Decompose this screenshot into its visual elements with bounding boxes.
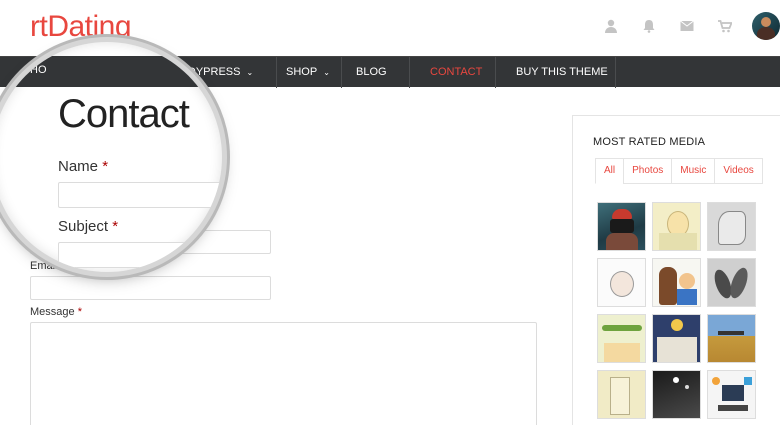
nav-item-label: CONTACT [430, 66, 483, 78]
media-tabs: All Photos Music Videos [595, 158, 763, 184]
girl-drawing-thumbnail[interactable] [652, 202, 701, 251]
dark-artwork-thumbnail[interactable] [652, 370, 701, 419]
baby-room-thumbnail[interactable] [652, 314, 701, 363]
magnified-nav: HO [0, 56, 222, 87]
tab-videos[interactable]: Videos [714, 158, 763, 184]
tab-music[interactable]: Music [671, 158, 716, 184]
user-icon[interactable] [602, 17, 620, 35]
savanna-thumbnail[interactable] [707, 314, 756, 363]
drum-kid-thumbnail[interactable] [652, 258, 701, 307]
magnifier-overlay: HO Contact Name * Subject * [0, 42, 222, 272]
message-textarea[interactable] [30, 322, 537, 425]
hallway-thumbnail[interactable] [597, 370, 646, 419]
most-rated-media-widget: MOST RATED MEDIA All Photos Music Videos [572, 115, 780, 425]
magnified-region: HO Contact Name * Subject * [0, 42, 222, 272]
mail-icon[interactable] [678, 17, 696, 35]
email-field[interactable] [30, 276, 271, 300]
widget-title: MOST RATED MEDIA [593, 136, 706, 148]
subject-label: Subject * [58, 218, 119, 235]
page: rtDating UDDYPRESS⌄ SHOP⌄ BLOG CONTACT [0, 0, 780, 425]
workspace-thumbnail[interactable] [707, 370, 756, 419]
subject-field[interactable] [58, 242, 222, 268]
sketch-thumbnail[interactable] [707, 202, 756, 251]
nav-item-shop[interactable]: SHOP ⌄ [272, 57, 342, 88]
message-label: Message * [30, 306, 82, 318]
tab-all[interactable]: All [595, 158, 625, 184]
bell-icon[interactable] [640, 17, 658, 35]
nav-item-buy-theme[interactable]: BUY THIS THEME [496, 57, 616, 88]
cart-icon[interactable] [716, 17, 734, 35]
feathers-thumbnail[interactable] [707, 258, 756, 307]
site-logo[interactable]: rtDating [30, 10, 132, 44]
photographer-thumbnail[interactable] [597, 202, 646, 251]
baby-sketch-thumbnail[interactable] [597, 258, 646, 307]
media-grid [597, 202, 756, 419]
name-field[interactable] [58, 182, 222, 208]
chevron-down-icon: ⌄ [323, 68, 330, 77]
nav-item-blog[interactable]: BLOG [342, 57, 410, 88]
tab-photos[interactable]: Photos [623, 158, 673, 184]
name-label: Name * [58, 158, 109, 175]
chevron-down-icon: ⌄ [246, 68, 254, 77]
nav-item-label: BUY THIS THEME [516, 66, 608, 78]
nav-item-contact[interactable]: CONTACT [410, 57, 496, 88]
nav-item-label: BLOG [356, 66, 387, 78]
header-icons [582, 12, 780, 40]
nav-item-label: HO [30, 64, 47, 76]
nav-item-label: SHOP [286, 66, 318, 78]
nursery-thumbnail[interactable] [597, 314, 646, 363]
avatar[interactable] [752, 12, 780, 40]
page-title: Contact [58, 92, 190, 136]
